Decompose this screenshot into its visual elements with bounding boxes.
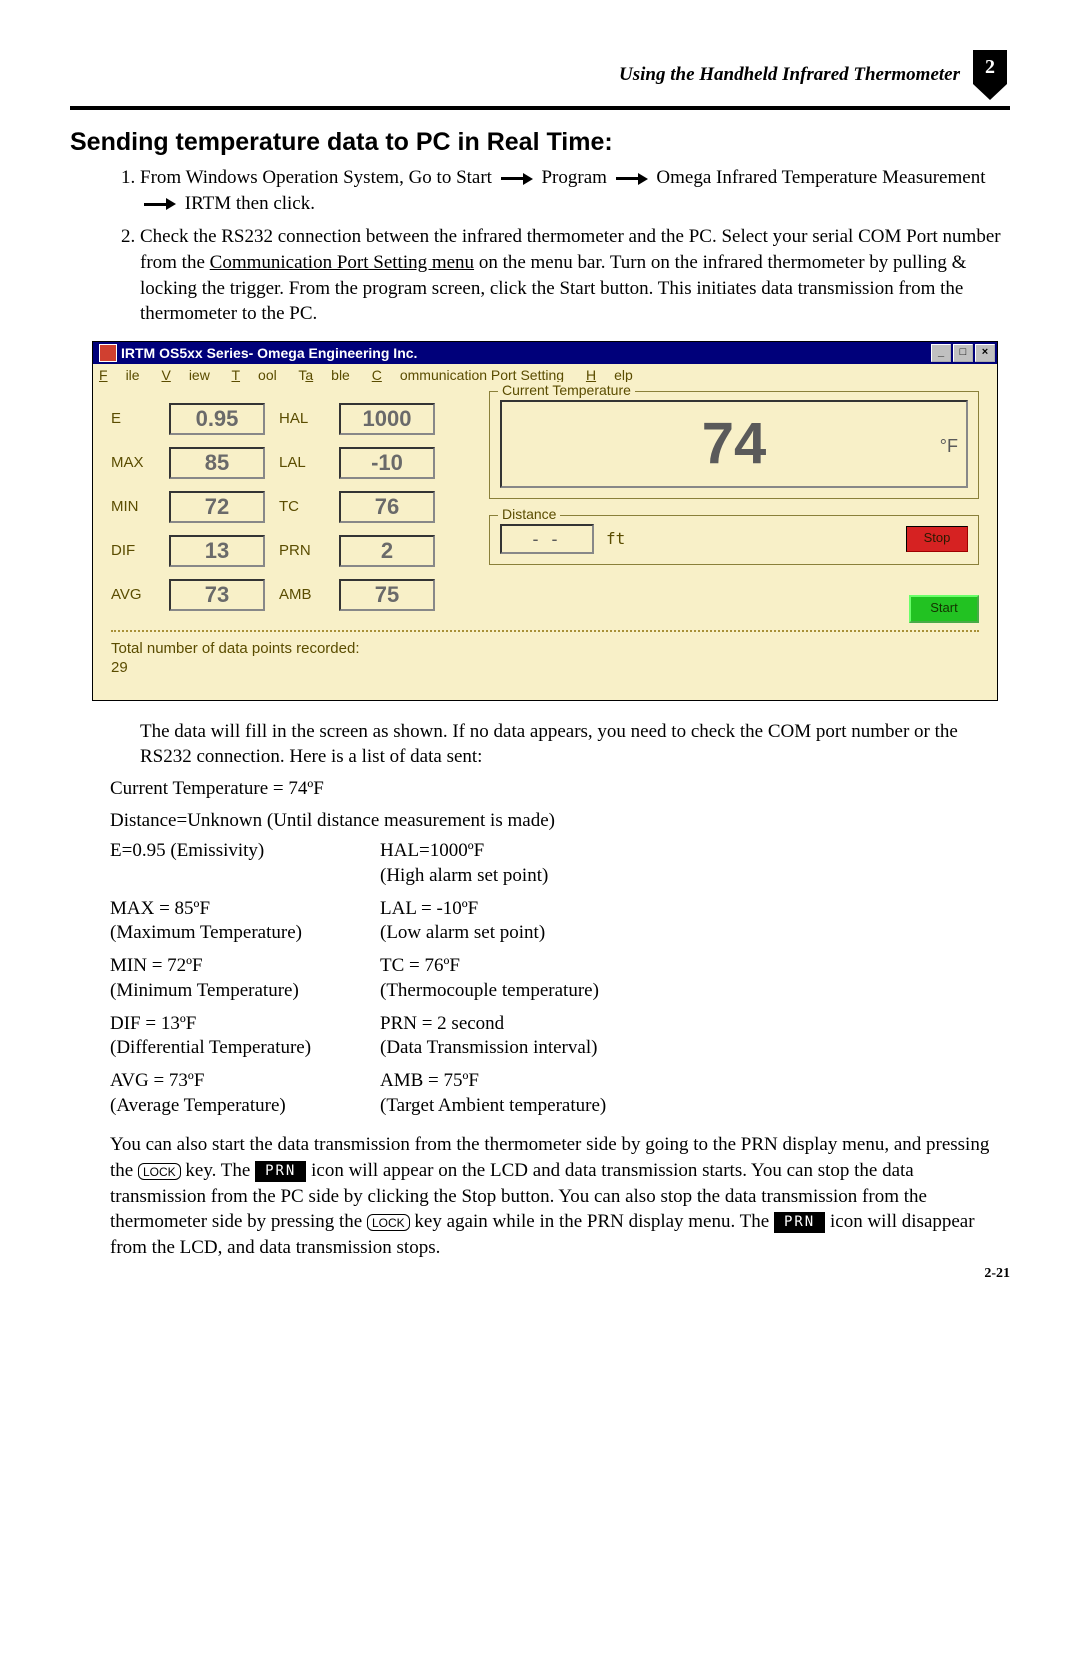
step-1: From Windows Operation System, Go to Sta… [140, 165, 1010, 216]
cell-lal: LAL = -10ºF (Low alarm set point) [380, 897, 1010, 946]
value-amb: 75 [339, 579, 435, 611]
stop-button[interactable]: Stop [906, 526, 968, 552]
value-tc: 76 [339, 491, 435, 523]
chapter-badge: 2 [970, 50, 1010, 100]
section-heading: Sending temperature data to PC in Real T… [70, 128, 1010, 157]
cell-prn: PRN = 2 second (Data Transmission interv… [380, 1012, 1010, 1061]
menu-table[interactable]: Table [298, 367, 349, 383]
value-lal: -10 [339, 447, 435, 479]
label-min: MIN [111, 498, 155, 515]
distance-group: Distance - - ft Stop [489, 515, 979, 565]
irtm-app-window: IRTM OS5xx Series- Omega Engineering Inc… [92, 341, 998, 701]
line-current-temp: Current Temperature = 74ºF [110, 776, 1010, 802]
cell-amb: AMB = 75ºF (Target Ambient temperature) [380, 1069, 1010, 1118]
cell-avg: AVG = 73ºF (Average Temperature) [110, 1069, 380, 1118]
distance-value: - - [500, 524, 594, 554]
prn-icon: PRN [774, 1212, 825, 1233]
label-avg: AVG [111, 586, 155, 603]
header-rule [70, 106, 1010, 110]
label-prn: PRN [279, 542, 325, 559]
prn-icon: PRN [255, 1161, 306, 1182]
value-avg: 73 [169, 579, 265, 611]
label-dif: DIF [111, 542, 155, 559]
window-title: IRTM OS5xx Series- Omega Engineering Inc… [121, 345, 417, 361]
value-prn: 2 [339, 535, 435, 567]
current-temp-group: Current Temperature 74 °F [489, 391, 979, 499]
value-max: 85 [169, 447, 265, 479]
cell-dif: DIF = 13ºF (Differential Temperature) [110, 1012, 380, 1061]
current-temp-value: 74 °F [500, 400, 968, 488]
value-min: 72 [169, 491, 265, 523]
chapter-number: 2 [973, 50, 1007, 84]
arrow-icon [501, 173, 533, 185]
value-e: 0.95 [169, 403, 265, 435]
menu-tool[interactable]: Tool [231, 367, 276, 383]
app-icon [99, 344, 117, 362]
step-2: Check the RS232 connection between the i… [140, 224, 1010, 327]
titlebar: IRTM OS5xx Series- Omega Engineering Inc… [93, 342, 997, 364]
arrow-icon [616, 173, 648, 185]
recorded-count: 29 [111, 659, 359, 676]
close-button[interactable]: × [975, 344, 995, 362]
menu-view[interactable]: View [161, 367, 209, 383]
temp-unit: °F [940, 404, 958, 488]
cell-max: MAX = 85ºF (Maximum Temperature) [110, 897, 380, 946]
distance-unit: ft [606, 529, 625, 548]
cell-e: E=0.95 (Emissivity) [110, 839, 380, 888]
page-header-title: Using the Handheld Infrared Thermometer [619, 64, 960, 86]
cell-min: MIN = 72ºF (Minimum Temperature) [110, 954, 380, 1003]
distance-label: Distance [498, 506, 560, 522]
menu-help[interactable]: Help [586, 367, 633, 383]
label-e: E [111, 410, 155, 427]
data-list-table: E=0.95 (Emissivity) HAL=1000ºF (High ala… [110, 839, 1010, 1118]
label-lal: LAL [279, 454, 325, 471]
cell-hal: HAL=1000ºF (High alarm set point) [380, 839, 1010, 888]
label-max: MAX [111, 454, 155, 471]
minimize-button[interactable]: _ [931, 344, 951, 362]
value-dif: 13 [169, 535, 265, 567]
paragraph-after-screenshot: The data will fill in the screen as show… [140, 719, 1010, 770]
lock-key-icon: LOCK [138, 1163, 181, 1180]
line-distance: Distance=Unknown (Until distance measure… [110, 808, 1010, 834]
maximize-button[interactable]: □ [953, 344, 973, 362]
label-hal: HAL [279, 410, 325, 427]
page-number: 2-21 [70, 1266, 1010, 1282]
label-amb: AMB [279, 586, 325, 603]
value-hal: 1000 [339, 403, 435, 435]
lock-key-icon: LOCK [367, 1214, 410, 1231]
current-temp-label: Current Temperature [498, 382, 635, 398]
menu-comm[interactable]: Communication Port Setting [372, 367, 564, 383]
start-button[interactable]: Start [909, 595, 979, 623]
arrow-icon [144, 198, 176, 210]
label-tc: TC [279, 498, 325, 515]
final-paragraph: You can also start the data transmission… [110, 1132, 1010, 1260]
recorded-line: Total number of data points recorded: 29 [111, 640, 979, 676]
menu-file[interactable]: File [99, 367, 140, 383]
cell-tc: TC = 76ºF (Thermocouple temperature) [380, 954, 1010, 1003]
